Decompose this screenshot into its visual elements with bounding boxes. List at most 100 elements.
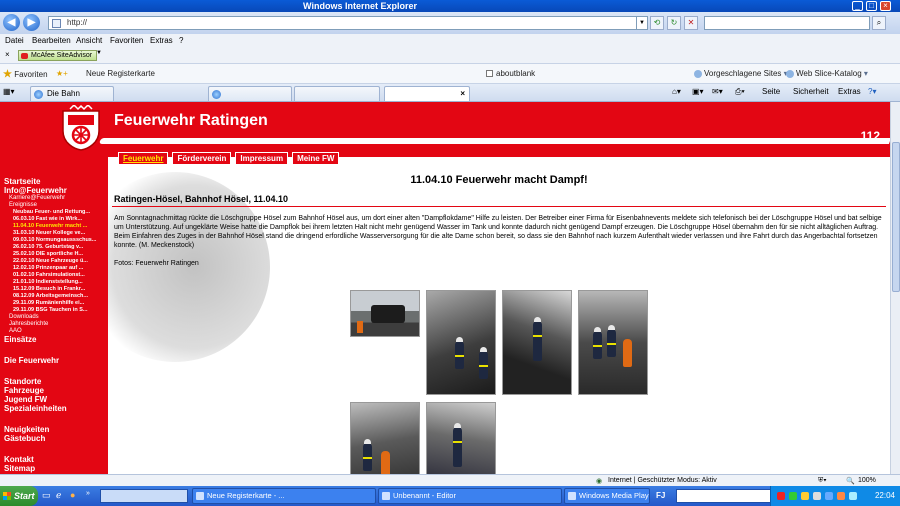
- photo-thumbnail[interactable]: [350, 290, 420, 337]
- favorites-button[interactable]: ★ Favoriten: [3, 69, 48, 80]
- show-desktop-icon[interactable]: ▭: [42, 490, 51, 501]
- address-dropdown-icon[interactable]: ▼: [636, 17, 647, 29]
- language-indicator[interactable]: FJ: [656, 491, 665, 500]
- top-nav-foerderverein[interactable]: Förderverein: [172, 152, 232, 165]
- firefox-quicklaunch-icon[interactable]: ●: [70, 490, 75, 500]
- nav-einsaetze[interactable]: Einsätze: [4, 335, 108, 344]
- start-button[interactable]: Start: [0, 486, 38, 506]
- nav-gaestebuch[interactable]: Gästebuch: [4, 434, 108, 443]
- menu-help[interactable]: ?: [179, 36, 183, 45]
- scrollbar-thumb[interactable]: [892, 142, 900, 292]
- photo-thumbnail[interactable]: [350, 402, 420, 474]
- nav-neuigkeiten[interactable]: Neuigkeiten: [4, 425, 108, 434]
- event-link[interactable]: 29.11.09 Rumänienhilfe ei...: [13, 300, 106, 307]
- menu-sicherheit[interactable]: Sicherheit: [793, 87, 829, 96]
- taskbar-notepad-window[interactable]: Unbenannt - Editor: [378, 488, 562, 504]
- nav-ereignisse[interactable]: Ereignisse: [9, 202, 108, 209]
- menu-favoriten[interactable]: Favoriten: [110, 36, 143, 45]
- close-tab-icon[interactable]: ×: [460, 87, 465, 101]
- event-link-current[interactable]: 11.04.10 Feuerwehr macht ...: [13, 223, 106, 230]
- tray-antivirus-icon[interactable]: [777, 492, 785, 500]
- top-nav-feuerwehr[interactable]: Feuerwehr: [118, 152, 169, 165]
- tab-blank-2[interactable]: [294, 86, 380, 101]
- nav-jahresberichte[interactable]: Jahresberichte: [9, 321, 108, 328]
- event-link[interactable]: 08.12.09 Arbeitsgemeinsch...: [13, 293, 106, 300]
- tray-bluetooth-icon[interactable]: [825, 492, 833, 500]
- refresh-icon[interactable]: ↻: [667, 16, 681, 30]
- mcafee-siteadvisor-button[interactable]: McAfee SiteAdvisor: [18, 50, 98, 61]
- zoom-level[interactable]: 100%: [858, 477, 876, 484]
- protected-mode-icon[interactable]: ⛨▾: [818, 477, 827, 485]
- taskbar-media-player-window[interactable]: Windows Media Player: [564, 488, 650, 504]
- tray-volume-icon[interactable]: [813, 492, 821, 500]
- event-link[interactable]: 29.11.09 BSG Tauchen in S...: [13, 307, 106, 314]
- event-link[interactable]: 31.03.10 Neuer Kollege ve...: [13, 230, 106, 237]
- tab-blank-1[interactable]: [208, 86, 292, 101]
- event-link[interactable]: Neubau Feuer- und Rettung...: [13, 209, 106, 216]
- photo-thumbnail[interactable]: [426, 402, 496, 474]
- nav-spezialeinheiten[interactable]: Spezialeinheiten: [4, 404, 108, 413]
- tab-active[interactable]: ×: [384, 86, 470, 101]
- ie-quicklaunch-icon[interactable]: ℯ: [56, 490, 61, 501]
- menu-datei[interactable]: Datei: [5, 36, 24, 45]
- event-link[interactable]: 12.02.10 Prinzenpaar auf ...: [13, 265, 106, 272]
- top-nav-impressum[interactable]: Impressum: [235, 152, 289, 165]
- mail-icon[interactable]: ✉▾: [712, 87, 723, 96]
- nav-aao[interactable]: AAO: [9, 328, 108, 335]
- nav-startseite[interactable]: Startseite: [4, 177, 108, 186]
- menu-ansicht[interactable]: Ansicht: [76, 36, 102, 45]
- event-link[interactable]: 09.03.10 Normungsaussschus...: [13, 237, 106, 244]
- nav-jugend-fw[interactable]: Jugend FW: [4, 395, 108, 404]
- menu-seite[interactable]: Seite: [762, 87, 780, 96]
- photo-thumbnail[interactable]: [578, 290, 648, 395]
- web-slice-link[interactable]: Web Slice-Katalog ▾: [786, 69, 868, 78]
- nav-downloads[interactable]: Downloads: [9, 314, 108, 321]
- search-icon[interactable]: ⌕: [872, 16, 886, 30]
- back-button[interactable]: ◀: [3, 14, 20, 31]
- feeds-icon[interactable]: ▣▾: [692, 87, 704, 96]
- address-input[interactable]: http:// ▼: [48, 16, 648, 30]
- quicklaunch-more-icon[interactable]: »: [86, 490, 90, 497]
- event-link[interactable]: 06.03.10 Fast wie in Wirk...: [13, 216, 106, 223]
- taskbar-search-input[interactable]: [100, 489, 188, 503]
- forward-button[interactable]: ▶: [23, 14, 40, 31]
- compatibility-icon[interactable]: ⟲: [650, 16, 664, 30]
- nav-karriere[interactable]: Karriere@Feuerwehr: [9, 195, 108, 202]
- nav-standorte[interactable]: Standorte: [4, 377, 108, 386]
- suggested-sites-link[interactable]: Vorgeschlagene Sites ▾: [694, 69, 788, 78]
- new-tab-link[interactable]: Neue Registerkarte: [86, 69, 155, 78]
- home-icon[interactable]: ⌂▾: [672, 87, 681, 96]
- event-link[interactable]: 22.02.10 Neue Fahrzeuge ü...: [13, 258, 106, 265]
- menu-extras[interactable]: Extras: [150, 36, 173, 45]
- nav-info-feuerwehr[interactable]: Info@Feuerwehr: [4, 186, 108, 195]
- google-toolbar-input[interactable]: [676, 489, 772, 503]
- photo-thumbnail[interactable]: [502, 290, 572, 395]
- aboutblank-link[interactable]: aboutblank: [486, 69, 535, 78]
- close-toolbar-icon[interactable]: ×: [5, 50, 10, 59]
- search-input[interactable]: [704, 16, 870, 30]
- nav-fahrzeuge[interactable]: Fahrzeuge: [4, 386, 108, 395]
- menu-tools-extras[interactable]: Extras: [838, 87, 861, 96]
- minimize-button[interactable]: _: [852, 1, 863, 11]
- tab-die-bahn[interactable]: Die Bahn: [30, 86, 114, 101]
- print-icon[interactable]: ⎙▾: [735, 87, 745, 97]
- zoom-icon[interactable]: 🔍: [846, 477, 855, 485]
- vertical-scrollbar[interactable]: [890, 102, 900, 474]
- tray-update-icon[interactable]: [801, 492, 809, 500]
- mcafee-dropdown-icon[interactable]: ▼: [96, 50, 102, 56]
- nav-kontakt[interactable]: Kontakt: [4, 455, 108, 464]
- add-favorite-icon[interactable]: ★+: [56, 69, 68, 78]
- photo-thumbnail[interactable]: [426, 290, 496, 395]
- event-link[interactable]: 15.12.09 Besuch in Frankr...: [13, 286, 106, 293]
- quick-tabs-icon[interactable]: ▦▾: [3, 87, 15, 96]
- event-link[interactable]: 26.02.10 75. Geburtstag v...: [13, 244, 106, 251]
- tray-power-icon[interactable]: [849, 492, 857, 500]
- nav-sitemap[interactable]: Sitemap: [4, 464, 108, 473]
- event-link[interactable]: 01.02.10 Fahrsimulationst...: [13, 272, 106, 279]
- tray-network-icon[interactable]: [789, 492, 797, 500]
- menu-bearbeiten[interactable]: Bearbeiten: [32, 36, 71, 45]
- taskbar-ie-window[interactable]: Neue Registerkarte - ...: [192, 488, 376, 504]
- event-link[interactable]: 25.02.10 DIE sportliche H...: [13, 251, 106, 258]
- stop-icon[interactable]: ✕: [684, 16, 698, 30]
- maximize-button[interactable]: □: [866, 1, 877, 11]
